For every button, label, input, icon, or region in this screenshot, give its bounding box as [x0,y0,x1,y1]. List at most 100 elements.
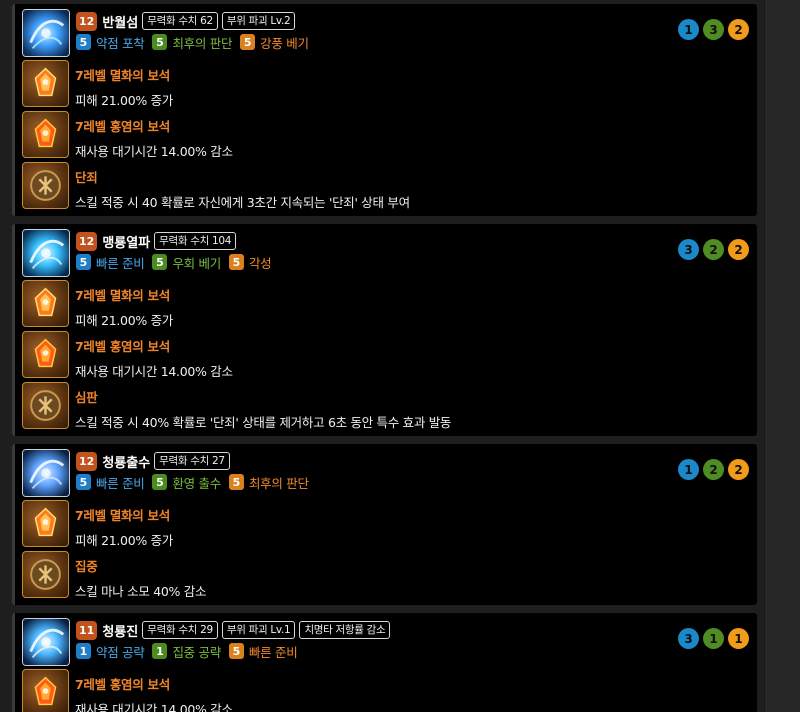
tripod-choice-indicators: 122 [674,459,749,480]
effect-description: 스킬 적중 시 40 확률로 자신에게 3초간 지속되는 '단죄' 상태 부여 [75,195,410,210]
tripod-level: 1 [76,643,91,659]
effect-row: 7레벨 멸화의 보석 피해 21.00% 증가 [22,280,749,330]
skill-card: 12 맹룡열파 무력화 수치 104 5 빠른 준비 5 우회 베기 5 각성 … [12,224,757,436]
tripod-name: 집중 공략 [172,644,221,660]
tripod-level: 5 [228,474,244,490]
effect-title: 7레벨 홍염의 보석 [75,339,170,354]
tripod-name: 환영 출수 [172,475,221,491]
skill-card: 12 반월섬 무력화 수치 62 부위 파괴 Lv.2 5 약점 포착 5 최후의… [12,4,757,216]
skill-level-badge: 12 [76,11,98,31]
tripod-name: 빠른 준비 [96,255,145,271]
tripod-list: 5 빠른 준비 5 환영 출수 5 최후의 판단 [76,472,317,492]
flame-gem-icon [22,111,69,158]
rune-icon [22,551,69,598]
tripod-choice-circle: 2 [703,239,724,260]
tripod-name: 최후의 판단 [248,475,309,491]
effect-row: 7레벨 멸화의 보석 피해 21.00% 증가 [22,60,749,110]
tripod-choice-circle: 2 [728,459,749,480]
crescent-slash-skill-icon[interactable] [22,9,70,57]
skill-header: 12 청룡출수 무력화 수치 27 5 빠른 준비 5 환영 출수 5 최후의 … [22,448,749,500]
tripod-level: 1 [152,643,168,659]
tripod-choice-circle: 1 [728,628,749,649]
dragon-wave-skill-icon[interactable] [22,229,70,277]
skill-level-badge: 12 [76,231,98,251]
tripod-name: 각성 [248,255,272,271]
doom-gem-icon [22,280,69,327]
skill-header: 11 청룡진 무력화 수치 29 부위 파괴 Lv.1 치명타 저항률 감소 1 약… [22,617,749,669]
skill-header: 12 맹룡열파 무력화 수치 104 5 빠른 준비 5 우회 베기 5 각성 … [22,228,749,280]
effect-description: 피해 21.00% 증가 [75,313,174,328]
effect-title: 심판 [75,390,98,405]
tripod-2: 5 우회 베기 [152,253,221,272]
tripod-3: 5 강풍 베기 [240,33,309,52]
blue-dragon-formation-skill-icon[interactable] [22,618,70,666]
skill-page: 12 반월섬 무력화 수치 62 부위 파괴 Lv.2 5 약점 포착 5 최후의… [0,0,766,712]
flame-gem-icon [22,331,69,378]
tripod-name: 약점 포착 [96,35,145,51]
effect-description: 피해 21.00% 증가 [75,533,174,548]
doom-gem-icon [22,500,69,547]
tripod-choice-circle: 1 [678,459,699,480]
effect-title: 단죄 [75,170,98,185]
tripod-list: 5 빠른 준비 5 우회 베기 5 각성 [76,252,279,272]
effect-title: 7레벨 멸화의 보석 [75,68,170,83]
skill-card: 11 청룡진 무력화 수치 29 부위 파괴 Lv.1 치명타 저항률 감소 1 약… [12,613,757,712]
tripod-2: 5 환영 출수 [152,473,221,492]
effect-row: 7레벨 홍염의 보석 재사용 대기시간 14.00% 감소 [22,331,749,381]
tripod-level: 5 [76,34,91,50]
skill-tag: 무력화 수치 29 [142,621,218,639]
tripod-choice-circle: 2 [703,459,724,480]
effect-description: 재사용 대기시간 14.00% 감소 [75,364,233,379]
tripod-3: 5 각성 [228,253,272,272]
skill-tag: 부위 파괴 Lv.2 [221,12,296,30]
tripod-level: 5 [76,254,91,270]
rune-icon [22,162,69,209]
tripod-1: 1 약점 공략 [76,642,145,661]
tripod-choice-circle: 3 [703,19,724,40]
skill-name: 맹룡열파 [102,235,151,251]
blue-dragon-skill-icon[interactable] [22,449,70,497]
effect-description: 스킬 적중 시 40% 확률로 '단죄' 상태를 제거하고 6초 동안 특수 효… [75,415,452,430]
effect-title: 7레벨 멸화의 보석 [75,288,170,303]
flame-gem-icon [22,669,69,712]
tripod-2: 5 최후의 판단 [152,33,232,52]
tripod-name: 우회 베기 [172,255,221,271]
effect-title: 7레벨 홍염의 보석 [75,119,170,134]
tripod-2: 1 집중 공략 [152,642,221,661]
tripod-choice-indicators: 132 [674,19,749,40]
effect-description: 재사용 대기시간 14.00% 감소 [75,702,233,712]
tripod-level: 5 [228,254,244,270]
rune-icon [22,382,69,429]
effect-row: 7레벨 홍염의 보석 재사용 대기시간 14.00% 감소 [22,111,749,161]
tripod-choice-circle: 1 [703,628,724,649]
tripod-level: 5 [152,34,168,50]
skill-tag: 무력화 수치 27 [154,452,230,470]
tripod-choice-indicators: 322 [674,239,749,260]
effect-title: 집중 [75,559,98,574]
skill-card: 12 청룡출수 무력화 수치 27 5 빠른 준비 5 환영 출수 5 최후의 … [12,444,757,605]
doom-gem-icon [22,60,69,107]
skill-tag: 치명타 저항률 감소 [299,621,391,639]
effect-row: 7레벨 홍염의 보석 재사용 대기시간 14.00% 감소 [22,669,749,712]
skill-name: 청룡출수 [102,455,151,471]
skill-level-badge: 11 [76,620,98,640]
skill-tag: 부위 파괴 Lv.1 [221,621,296,639]
effect-row: 단죄 스킬 적중 시 40 확률로 자신에게 3초간 지속되는 '단죄' 상태 … [22,162,749,212]
tripod-choice-circle: 2 [728,19,749,40]
skill-tag: 무력화 수치 104 [154,232,237,250]
tripod-level: 5 [76,474,91,490]
tripod-name: 강풍 베기 [260,35,309,51]
scrollbar[interactable] [766,0,800,712]
tripod-level: 5 [228,643,244,659]
skill-header: 12 반월섬 무력화 수치 62 부위 파괴 Lv.2 5 약점 포착 5 최후의… [22,8,749,60]
tripod-list: 1 약점 공략 1 집중 공략 5 빠른 준비 [76,641,390,661]
tripod-1: 5 빠른 준비 [76,473,145,492]
tripod-name: 빠른 준비 [248,644,298,660]
skill-name: 청룡진 [102,624,139,640]
tripod-choice-circle: 2 [728,239,749,260]
effect-title: 7레벨 멸화의 보석 [75,508,170,523]
skill-name: 반월섬 [102,15,139,31]
tripod-name: 최후의 판단 [172,35,233,51]
tripod-level: 5 [152,474,168,490]
effect-description: 피해 21.00% 증가 [75,93,174,108]
